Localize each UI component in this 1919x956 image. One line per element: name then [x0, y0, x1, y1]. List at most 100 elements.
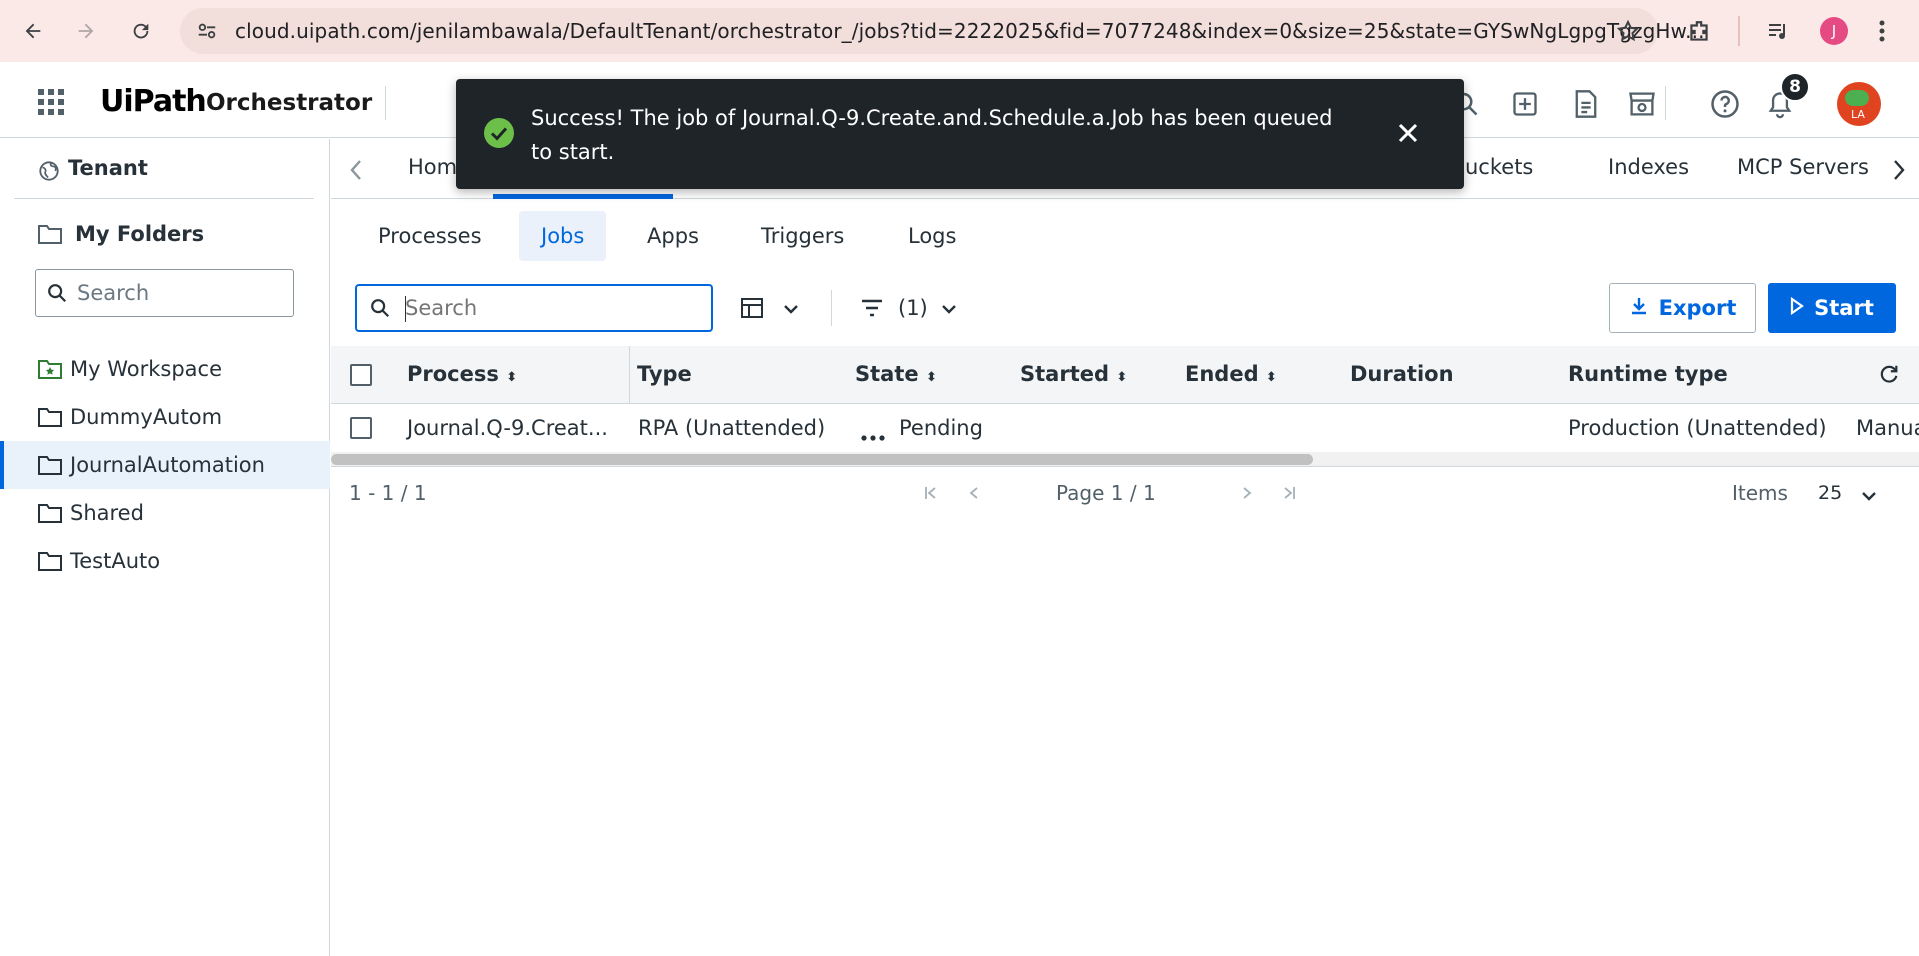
- browser-menu-icon[interactable]: [1876, 18, 1888, 48]
- select-all-checkbox[interactable]: [350, 364, 372, 386]
- subtab-apps[interactable]: Apps: [625, 211, 721, 261]
- next-page-icon[interactable]: [1239, 485, 1255, 505]
- jobs-grid-header: Process ⬍ Type State ⬍ Started ⬍ Ended ⬍…: [331, 346, 1919, 404]
- globe-icon: [38, 160, 60, 186]
- sidebar-item-label: Shared: [70, 501, 144, 525]
- cell-extra: Manua: [1856, 416, 1919, 440]
- sort-icon: ⬍: [506, 370, 518, 385]
- folder-icon: [38, 503, 62, 528]
- tenant-label[interactable]: Tenant: [68, 156, 148, 180]
- subtab-processes[interactable]: Processes: [356, 211, 504, 261]
- first-page-icon[interactable]: [923, 485, 939, 505]
- success-check-icon: [483, 117, 515, 153]
- subtab-triggers[interactable]: Triggers: [739, 211, 866, 261]
- document-icon[interactable]: [1573, 89, 1599, 123]
- add-icon[interactable]: [1511, 90, 1539, 122]
- folder-search-input[interactable]: Search: [35, 269, 294, 317]
- tab-indexes[interactable]: Indexes: [1608, 155, 1689, 179]
- sidebar-item-label: My Workspace: [70, 357, 223, 381]
- start-label: Start: [1814, 296, 1874, 320]
- cell-state: Pending: [899, 416, 983, 440]
- tab-mcp-servers[interactable]: MCP Servers: [1737, 155, 1869, 179]
- jobs-search-input[interactable]: [405, 294, 695, 322]
- previous-page-icon[interactable]: [966, 485, 982, 505]
- close-icon[interactable]: [1396, 121, 1420, 149]
- toolbar-divider: [831, 290, 832, 326]
- sidebar-item-journalautomation[interactable]: JournalAutomation: [0, 441, 330, 489]
- table-row[interactable]: Journal.Q-9.Creat... RPA (Unattended) Pe…: [331, 404, 1919, 452]
- address-bar[interactable]: cloud.uipath.com/jenilambawala/DefaultTe…: [180, 8, 1704, 54]
- download-icon: [1629, 296, 1649, 321]
- cell-process[interactable]: Journal.Q-9.Creat...: [407, 416, 608, 440]
- sort-icon: ⬍: [1265, 370, 1277, 385]
- subtab-jobs[interactable]: Jobs: [519, 211, 607, 261]
- subtab-logs[interactable]: Logs: [886, 211, 978, 261]
- folder-sidebar: Tenant My Folders Search My Workspace Du…: [0, 139, 330, 956]
- site-settings-icon[interactable]: [196, 20, 218, 46]
- success-toast: Success! The job of Journal.Q-9.Create.a…: [456, 79, 1464, 189]
- column-header-started[interactable]: Started ⬍: [1020, 362, 1127, 386]
- cell-type: RPA (Unattended): [638, 416, 826, 440]
- sidebar-item-testauto[interactable]: TestAuto: [0, 537, 330, 585]
- chevron-right-icon[interactable]: [1892, 159, 1906, 185]
- toast-message: Success! The job of Journal.Q-9.Create.a…: [531, 106, 1333, 164]
- browser-toolbar: cloud.uipath.com/jenilambawala/DefaultTe…: [0, 0, 1919, 62]
- tab-home[interactable]: Hom: [408, 155, 457, 179]
- sidebar-item-label: TestAuto: [70, 549, 161, 573]
- profile-avatar[interactable]: J: [1820, 17, 1848, 45]
- sidebar-item-my-workspace[interactable]: My Workspace: [0, 345, 330, 393]
- chevron-down-icon[interactable]: [941, 300, 957, 319]
- page-indicator: Page 1 / 1: [1056, 481, 1156, 505]
- start-button[interactable]: Start: [1768, 283, 1896, 333]
- filter-count[interactable]: (1): [898, 296, 928, 320]
- sidebar-item-dummyautom[interactable]: DummyAutom: [0, 393, 330, 441]
- folder-icon: [38, 407, 62, 432]
- workspace-folder-icon: [38, 359, 62, 384]
- export-button[interactable]: Export: [1609, 283, 1756, 333]
- folder-search-placeholder: Search: [77, 281, 150, 305]
- chevron-left-icon[interactable]: [349, 159, 363, 185]
- bookmark-star-icon[interactable]: [1616, 19, 1640, 47]
- sidebar-item-label: JournalAutomation: [70, 453, 265, 477]
- export-label: Export: [1658, 296, 1737, 320]
- sidebar-item-shared[interactable]: Shared: [0, 489, 330, 537]
- column-chooser-icon[interactable]: [740, 296, 764, 324]
- user-avatar[interactable]: LA: [1837, 82, 1881, 126]
- column-header-runtime-type: Runtime type: [1568, 362, 1728, 386]
- horizontal-scrollbar-thumb[interactable]: [331, 454, 1313, 465]
- play-icon: [1790, 296, 1805, 320]
- search-icon: [46, 282, 68, 308]
- avatar-initials: LA: [1851, 108, 1865, 121]
- cell-runtime-type: Production (Unattended): [1568, 416, 1827, 440]
- items-per-page-select[interactable]: 25: [1818, 482, 1842, 504]
- extensions-icon[interactable]: [1686, 19, 1712, 49]
- reload-icon[interactable]: [124, 14, 158, 48]
- refresh-icon[interactable]: [1878, 363, 1900, 389]
- store-icon[interactable]: [1627, 89, 1657, 123]
- filter-icon[interactable]: [860, 298, 884, 322]
- range-text: 1 - 1 / 1: [349, 481, 427, 505]
- sort-icon: ⬍: [925, 370, 937, 385]
- column-header-duration: Duration: [1350, 362, 1454, 386]
- avatar-decoration: [1845, 90, 1869, 106]
- column-header-type: Type: [637, 362, 692, 386]
- jobs-search-field[interactable]: [355, 284, 713, 332]
- chevron-down-icon[interactable]: [783, 300, 799, 319]
- forward-arrow-icon[interactable]: [69, 14, 103, 48]
- my-folders-label[interactable]: My Folders: [75, 222, 204, 246]
- chevron-down-icon[interactable]: [1861, 487, 1877, 506]
- sort-icon: ⬍: [1116, 370, 1128, 385]
- pending-dots-icon: [861, 426, 885, 445]
- row-checkbox[interactable]: [350, 417, 372, 439]
- product-name: Orchestrator: [206, 90, 373, 116]
- help-icon[interactable]: [1710, 89, 1740, 123]
- app-launcher-icon[interactable]: [38, 89, 64, 119]
- column-header-state[interactable]: State ⬍: [855, 362, 937, 386]
- column-header-ended[interactable]: Ended ⬍: [1185, 362, 1277, 386]
- media-control-icon[interactable]: [1766, 19, 1790, 47]
- back-arrow-icon[interactable]: [16, 14, 50, 48]
- last-page-icon[interactable]: [1281, 485, 1297, 505]
- folder-icon: [38, 455, 62, 480]
- column-header-process[interactable]: Process ⬍: [407, 362, 517, 386]
- search-icon: [369, 297, 391, 323]
